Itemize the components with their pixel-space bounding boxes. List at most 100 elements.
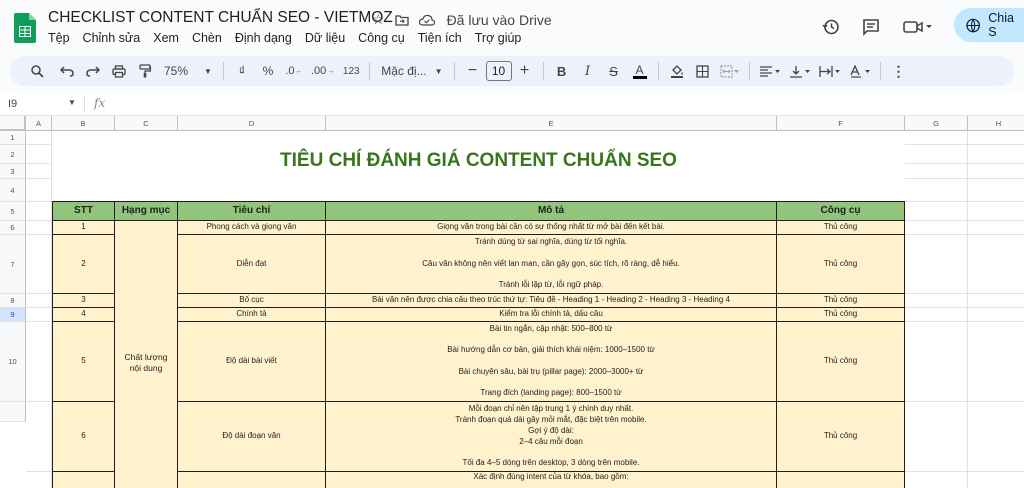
row-header-11[interactable] [0,402,26,422]
stt-cell[interactable]: 5 [53,322,115,402]
description-cell[interactable]: Kiểm tra lỗi chính tả, dấu câu [326,308,777,322]
tool-cell[interactable]: Thủ công [777,221,905,235]
menu-file[interactable]: Tệp [48,31,70,45]
text-wrapping-icon[interactable] [815,59,845,83]
horizontal-align-icon[interactable] [755,59,785,83]
tool-cell[interactable] [777,472,905,488]
menu-format[interactable]: Định dạng [235,31,292,45]
borders-icon[interactable] [690,59,716,83]
menu-data[interactable]: Dữ liệu [305,31,345,45]
criteria-cell[interactable] [178,472,326,488]
share-button[interactable]: Chia S [954,8,1024,42]
row-header-3[interactable]: 3 [0,164,26,179]
cloud-saved-icon[interactable] [418,14,435,26]
paint-format-icon[interactable] [132,59,158,83]
font-size-input[interactable]: 10 [485,61,512,81]
criteria-cell[interactable]: Độ dài bài viết [178,322,326,402]
stt-cell[interactable]: 1 [53,221,115,235]
category-cell[interactable]: Chất lượng nội dung [115,221,178,488]
row-header-7[interactable]: 7 [0,235,26,294]
increase-decimal-button[interactable]: .00 → [307,59,338,83]
menu-help[interactable]: Trợ giúp [475,31,522,45]
redo-icon[interactable] [80,59,106,83]
vertical-align-icon[interactable] [785,59,815,83]
select-all-corner[interactable] [0,116,26,131]
increase-font-size-button[interactable]: + [512,59,538,83]
stt-cell[interactable]: 2 [53,235,115,294]
text-color-button[interactable]: A [627,59,653,83]
criteria-cell[interactable]: Bố cục [178,294,326,308]
stt-cell[interactable]: 6 [53,402,115,472]
header-stt[interactable]: STT [53,202,115,221]
currency-format-button[interactable]: ₫ [229,59,255,83]
column-header-e[interactable]: E [326,116,777,131]
column-header-h[interactable]: H [968,116,1024,131]
star-icon[interactable]: ☆ [372,11,385,28]
row-header-1[interactable]: 1 [0,131,26,145]
criteria-cell[interactable]: Chính tả [178,308,326,322]
bold-button[interactable]: B [549,59,575,83]
decrease-decimal-button[interactable]: .0 ← [281,59,307,83]
stt-cell[interactable] [53,472,115,488]
undo-icon[interactable] [54,59,80,83]
tool-cell[interactable]: Thủ công [777,322,905,402]
chevron-down-icon[interactable]: ▼ [68,98,76,107]
header-tool[interactable]: Công cụ [777,202,905,221]
spreadsheet-grid[interactable]: A B C D E F G H 1 2 3 4 5 6 7 8 9 10 TIÊU CHÍ ĐÁNH GIÁ CON… [0,116,1024,488]
row-header-10[interactable]: 10 [0,322,26,402]
italic-button[interactable]: I [575,59,601,83]
criteria-cell[interactable]: Độ dài đoạn văn [178,402,326,472]
decrease-font-size-button[interactable]: − [460,59,486,83]
header-category[interactable]: Hạng mục [115,202,178,221]
column-header-f[interactable]: F [777,116,905,131]
percent-format-button[interactable]: % [255,59,281,83]
description-cell[interactable]: Bài tin ngắn, cập nhật: 500–800 từ Bài h… [326,322,777,402]
stt-cell[interactable]: 4 [53,308,115,322]
name-box[interactable]: I9 [8,98,17,110]
tool-cell[interactable]: Thủ công [777,308,905,322]
number-format-button[interactable]: 123 [338,59,364,83]
criteria-cell[interactable]: Phong cách và giọng văn [178,221,326,235]
menu-edit[interactable]: Chỉnh sửa [83,31,141,45]
comment-icon[interactable] [860,16,882,38]
sheets-logo-icon[interactable] [14,13,36,43]
menu-extensions[interactable]: Tiện ích [418,31,462,45]
meet-video-icon[interactable] [900,16,936,38]
column-header-b[interactable]: B [52,116,115,131]
text-rotation-icon[interactable] [845,59,875,83]
row-header-5[interactable]: 5 [0,202,26,221]
row-header-2[interactable]: 2 [0,145,26,164]
description-cell[interactable]: Giọng văn trong bài cần có sự thống nhất… [326,221,777,235]
description-cell[interactable]: Mỗi đoạn chỉ nên tập trung 1 ý chính duy… [326,402,777,472]
history-icon[interactable] [820,16,842,38]
menu-tools[interactable]: Công cụ [358,31,405,45]
header-description[interactable]: Mô tả [326,202,777,221]
zoom-select[interactable]: 75% ▼ [158,59,218,83]
row-header-8[interactable]: 8 [0,294,26,308]
merge-cells-icon[interactable] [716,59,744,83]
column-header-d[interactable]: D [178,116,326,131]
search-menus-icon[interactable] [24,59,50,83]
tool-cell[interactable]: Thủ công [777,402,905,472]
tool-cell[interactable]: Thủ công [777,235,905,294]
column-header-g[interactable]: G [905,116,968,131]
column-header-a[interactable]: A [26,116,52,131]
document-title[interactable]: CHECKLIST CONTENT CHUẨN SEO - VIETMOZ [48,9,393,27]
strikethrough-button[interactable]: S [601,59,627,83]
header-criteria[interactable]: Tiêu chí [178,202,326,221]
move-folder-icon[interactable] [394,14,409,26]
description-cell[interactable]: Xác định đúng intent của từ khóa, bao gồ… [326,472,777,488]
column-header-c[interactable]: C [115,116,178,131]
description-cell[interactable]: Bài văn nên được chia cấu theo trúc thứ … [326,294,777,308]
menu-view[interactable]: Xem [153,31,179,45]
font-select[interactable]: Mặc đị... ▼ [375,59,448,83]
row-header-9[interactable]: 9 [0,308,26,322]
tool-cell[interactable]: Thủ công [777,294,905,308]
menu-insert[interactable]: Chèn [192,31,222,45]
stt-cell[interactable]: 3 [53,294,115,308]
print-icon[interactable] [106,59,132,83]
more-options-icon[interactable]: ⋮ [886,59,912,83]
row-header-6[interactable]: 6 [0,221,26,235]
fill-color-icon[interactable] [664,59,690,83]
criteria-cell[interactable]: Diễn đạt [178,235,326,294]
